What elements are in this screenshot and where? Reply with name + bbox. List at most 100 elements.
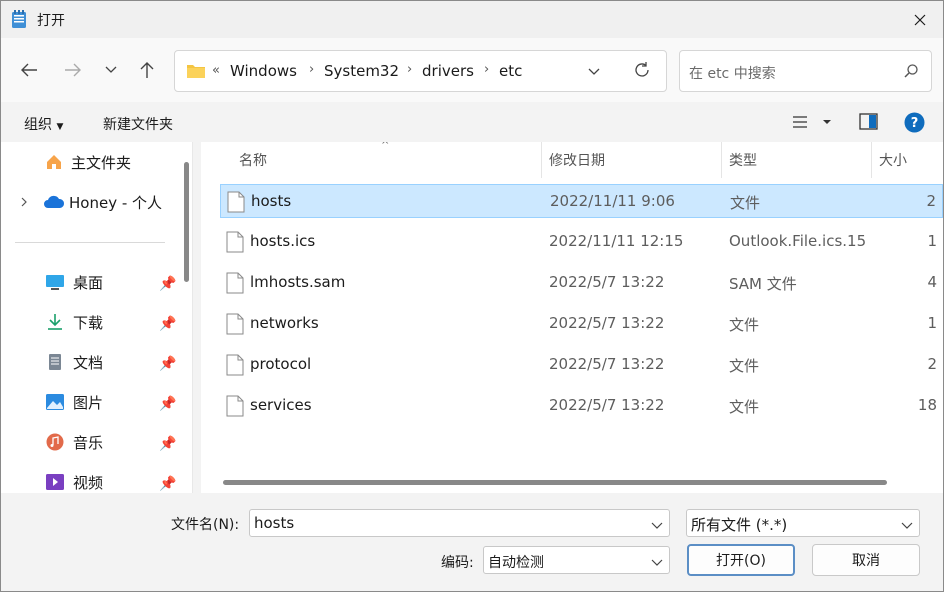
file-row[interactable]: hosts 2022/11/11 9:06 文件 2 — [220, 184, 943, 218]
breadcrumb-separator: › — [484, 62, 490, 77]
column-divider[interactable] — [541, 142, 542, 178]
file-icon — [226, 231, 244, 257]
window-title: 打开 — [37, 13, 65, 29]
file-icon — [226, 313, 244, 339]
sidebar-item-documents[interactable]: 文档 — [45, 344, 103, 380]
file-row[interactable]: protocol 2022/5/7 13:22 文件 2 — [220, 348, 943, 382]
sidebar-item-onedrive[interactable]: Honey - 个人 — [19, 184, 162, 220]
back-button[interactable] — [17, 58, 41, 82]
encoding-label: 编码: — [441, 555, 474, 571]
caret-down-icon: ▼ — [56, 122, 64, 132]
file-type: 文件 — [729, 398, 760, 416]
forward-button[interactable] — [61, 58, 85, 82]
breadcrumb-separator: › — [309, 62, 315, 77]
pin-icon[interactable]: 📌 — [159, 396, 176, 412]
cloud-icon — [44, 195, 65, 208]
chevron-down-icon — [901, 518, 913, 534]
file-size: 2 — [927, 355, 937, 373]
breadcrumb-overflow[interactable]: « — [212, 63, 220, 78]
close-icon — [914, 14, 926, 25]
pin-icon[interactable]: 📌 — [159, 316, 176, 332]
file-row[interactable]: lmhosts.sam 2022/5/7 13:22 SAM 文件 4 — [220, 266, 943, 300]
preview-pane-button[interactable] — [859, 113, 879, 135]
file-type: 文件 — [730, 194, 761, 212]
help-button[interactable]: ? — [904, 112, 925, 137]
pin-icon[interactable]: 📌 — [159, 436, 176, 452]
sort-ascending-icon: ^ — [381, 142, 390, 151]
encoding-value: 自动检测 — [488, 555, 544, 571]
address-dropdown-button[interactable] — [587, 65, 601, 81]
pin-icon[interactable]: 📌 — [159, 476, 176, 492]
refresh-button[interactable] — [633, 61, 651, 83]
arrow-right-icon — [65, 63, 81, 77]
videos-icon — [46, 474, 64, 490]
cancel-button[interactable]: 取消 — [812, 544, 920, 576]
refresh-icon — [635, 62, 649, 77]
open-button[interactable]: 打开(O) — [687, 544, 795, 576]
file-icon — [227, 191, 245, 217]
sidebar-item-downloads[interactable]: 下载 — [45, 304, 103, 340]
recent-locations-button[interactable] — [99, 58, 123, 82]
pictures-icon — [46, 394, 64, 410]
new-folder-button[interactable]: 新建文件夹 — [103, 114, 173, 134]
breadcrumb-system32[interactable]: System32 — [324, 62, 399, 80]
column-header-name[interactable]: 名称 — [239, 142, 267, 178]
chevron-down-icon[interactable] — [651, 518, 663, 534]
sidebar-item-label: 桌面 — [73, 273, 104, 292]
search-input[interactable]: 在 etc 中搜索 — [679, 50, 932, 92]
open-file-dialog: 打开 « Windows › System32 › drivers › etc … — [0, 0, 944, 592]
filename-field[interactable]: hosts — [249, 509, 670, 537]
sidebar-item-label: 主文件夹 — [71, 153, 132, 172]
folder-icon — [186, 63, 206, 79]
column-divider[interactable] — [871, 142, 872, 178]
download-icon — [48, 314, 62, 330]
file-type-filter[interactable]: 所有文件 (*.*) — [686, 509, 920, 537]
close-button[interactable] — [897, 1, 943, 38]
pin-icon[interactable]: 📌 — [159, 356, 176, 372]
breadcrumb-etc[interactable]: etc — [499, 62, 522, 80]
file-size: 18 — [917, 396, 937, 414]
sidebar-item-music[interactable]: 音乐 — [45, 424, 103, 460]
help-icon: ? — [904, 112, 925, 133]
arrow-up-icon — [140, 62, 154, 78]
file-modified-date: 2022/11/11 9:06 — [550, 192, 675, 210]
search-icon[interactable] — [903, 63, 919, 83]
breadcrumb-drivers[interactable]: drivers — [422, 62, 474, 80]
encoding-select[interactable]: 自动检测 — [483, 546, 670, 574]
file-type: Outlook.File.ics.15 — [729, 232, 867, 250]
sidebar-item-home[interactable]: 主文件夹 — [45, 144, 131, 180]
file-icon — [226, 395, 244, 421]
pin-icon[interactable]: 📌 — [159, 276, 176, 292]
svg-text:?: ? — [911, 116, 919, 131]
navigation-bar: « Windows › System32 › drivers › etc 在 e… — [1, 38, 943, 102]
desktop-icon — [46, 275, 64, 290]
chevron-down-icon — [588, 68, 600, 75]
music-icon — [46, 433, 64, 451]
file-row[interactable]: services 2022/5/7 13:22 文件 18 — [220, 389, 943, 423]
sidebar-item-desktop[interactable]: 桌面 — [45, 264, 103, 300]
file-name: lmhosts.sam — [250, 273, 346, 291]
view-menu-button[interactable] — [791, 113, 833, 135]
file-row[interactable]: networks 2022/5/7 13:22 文件 1 — [220, 307, 943, 341]
sidebar-item-videos[interactable]: 视频 — [45, 464, 103, 493]
address-bar[interactable]: « Windows › System32 › drivers › etc — [174, 50, 667, 92]
column-divider[interactable] — [721, 142, 722, 178]
up-button[interactable] — [135, 58, 159, 82]
file-name: services — [250, 396, 312, 414]
column-header-type[interactable]: 类型 — [729, 142, 757, 178]
sidebar-item-label: 图片 — [73, 393, 104, 412]
column-header-modified[interactable]: 修改日期 — [549, 142, 605, 178]
breadcrumb-windows[interactable]: Windows — [230, 62, 297, 80]
horizontal-scrollbar[interactable] — [223, 480, 887, 485]
file-size: 1 — [927, 232, 937, 250]
file-size: 2 — [926, 192, 936, 210]
sidebar-scrollbar[interactable] — [184, 162, 189, 282]
file-size: 4 — [927, 273, 937, 291]
file-modified-date: 2022/5/7 13:22 — [549, 396, 665, 414]
organize-button[interactable]: 组织 ▼ — [24, 114, 63, 134]
column-header-size[interactable]: 大小 — [879, 142, 907, 178]
home-icon — [47, 155, 61, 169]
sidebar-item-pictures[interactable]: 图片 — [45, 384, 103, 420]
file-type: 文件 — [729, 316, 760, 334]
file-row[interactable]: hosts.ics 2022/11/11 12:15 Outlook.File.ic… — [220, 225, 943, 259]
